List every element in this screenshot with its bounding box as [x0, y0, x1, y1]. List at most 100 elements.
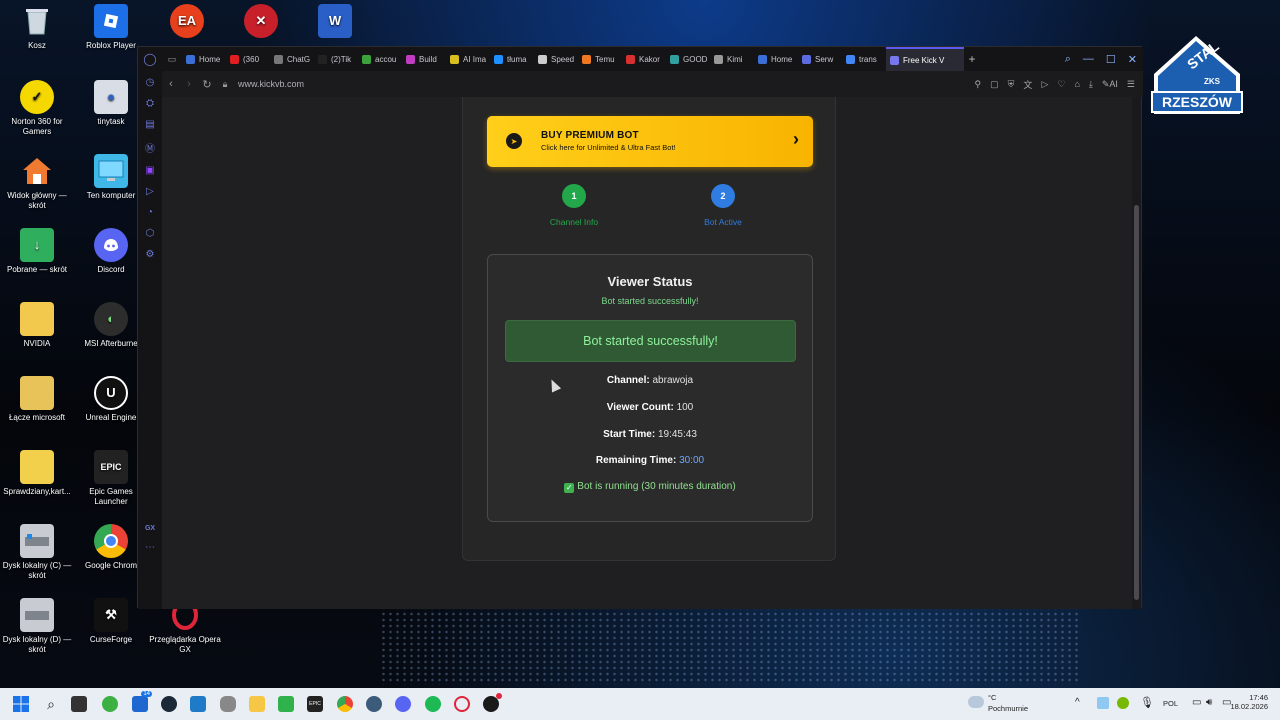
sidebar-more-icon[interactable]: ⋯	[145, 542, 155, 553]
forward-icon[interactable]: ›	[180, 78, 198, 90]
sidebar-player-icon[interactable]: ▷	[146, 186, 154, 197]
discord-taskbar-icon[interactable]	[395, 696, 411, 712]
browser-tab[interactable]: Build	[402, 47, 446, 71]
app-icon[interactable]	[366, 696, 382, 712]
download-icon[interactable]: ⤓	[1089, 79, 1093, 90]
shield-icon[interactable]: ⛨	[1008, 79, 1015, 90]
new-tab-button[interactable]: +	[964, 52, 980, 66]
desktop-icon-norton[interactable]: ✓ Norton 360 for Gamers	[0, 80, 74, 137]
desktop-icon-drive-c[interactable]: Dysk lokalny (C) — skrót	[0, 524, 74, 581]
reload-icon[interactable]: ↻	[198, 78, 216, 91]
desktop-icon-word[interactable]: W	[298, 4, 372, 41]
tab-overview-icon[interactable]: ▭	[162, 54, 182, 65]
mouse-app-icon[interactable]	[220, 696, 236, 712]
opera-taskbar-icon[interactable]	[454, 696, 470, 712]
tab-label: (2)Tik	[331, 54, 352, 64]
norton-icon: ✓	[20, 80, 54, 114]
browser-tab[interactable]: Home	[754, 47, 798, 71]
onedrive-icon[interactable]	[1097, 697, 1109, 709]
sidebar-settings-icon[interactable]: ⚙	[146, 249, 155, 260]
minimize-icon[interactable]: —	[1083, 53, 1094, 65]
nvidia-icon[interactable]	[1117, 697, 1129, 709]
sidebar-gx-cleaner-icon[interactable]: ▤	[145, 119, 154, 130]
opera-gx-taskbar-icon[interactable]	[483, 693, 502, 712]
search-tabs-icon[interactable]: ⌕	[1065, 53, 1071, 66]
tab-favicon-icon	[802, 54, 811, 64]
task-view-icon[interactable]	[71, 696, 87, 712]
ai-button[interactable]: ✎AI	[1102, 79, 1118, 90]
opera-menu-icon[interactable]: ◯	[138, 47, 162, 71]
browser-tab[interactable]: (360	[226, 47, 270, 71]
sidebar-speed-dial-icon[interactable]: ◷	[146, 77, 155, 88]
file-explorer-icon[interactable]	[249, 696, 265, 712]
scrollbar-thumb[interactable]	[1134, 205, 1139, 600]
microphone-icon[interactable]: 🎙︎	[1140, 696, 1154, 709]
desktop-icon-roblox[interactable]: Roblox Player	[74, 4, 148, 51]
browser-tab[interactable]: accou	[358, 47, 402, 71]
viewer-count-value: 100	[676, 402, 694, 413]
snapshot-icon[interactable]: ▢	[990, 79, 999, 90]
desktop-icon-home[interactable]: Widok główny — skrót	[0, 154, 74, 211]
desktop-icon-nvidia[interactable]: NVIDIA	[0, 302, 74, 349]
language-indicator[interactable]: POL	[1163, 699, 1178, 708]
photos-icon[interactable]	[190, 696, 206, 712]
maximize-icon[interactable]: ☐	[1106, 53, 1116, 66]
roblox-icon	[94, 4, 128, 38]
browser-tab[interactable]: GOOD	[666, 47, 710, 71]
translate-icon[interactable]: 文	[1023, 78, 1032, 91]
desktop-icon-microsoft-link[interactable]: Łącze microsoft	[0, 376, 74, 423]
start-button[interactable]	[13, 696, 29, 712]
search-icon[interactable]: ⌕	[43, 696, 59, 712]
spotify-icon[interactable]	[425, 696, 441, 712]
tab-label: Temu	[595, 54, 615, 64]
browser-tab[interactable]: AI Ima	[446, 47, 490, 71]
chrome-taskbar-icon[interactable]	[337, 696, 353, 712]
sidebar-extensions-icon[interactable]: ⬡	[146, 228, 155, 239]
browser-tab[interactable]: (2)Tik	[314, 47, 358, 71]
close-icon[interactable]: ✕	[1128, 53, 1137, 66]
store-icon[interactable]: 14	[132, 691, 152, 712]
display-icon[interactable]: ▭	[1192, 697, 1201, 708]
volume-icon[interactable]: 🔊︎	[1206, 697, 1212, 708]
url-field[interactable]: www.kickvb.com	[238, 79, 304, 89]
clock[interactable]: 17:46 18.02.2026	[1230, 693, 1268, 711]
page-scrollbar[interactable]	[1132, 97, 1141, 609]
epic-games-taskbar-icon[interactable]: EPIC	[307, 696, 323, 712]
chevron-up-icon[interactable]: ^	[1075, 697, 1080, 708]
browser-tab[interactable]: Home	[182, 47, 226, 71]
xbox-icon[interactable]	[102, 696, 118, 712]
sidebar-messenger-icon[interactable]: Ⓜ	[145, 140, 155, 155]
tab-favicon-icon	[274, 54, 283, 64]
heart-icon[interactable]: ♡	[1057, 79, 1065, 90]
sidebar-history-icon[interactable]: ◔	[147, 207, 153, 218]
browser-tab[interactable]: Serw	[798, 47, 842, 71]
wallet-icon[interactable]: ⌂	[1074, 79, 1079, 89]
desktop-icon-sprawdziany[interactable]: Sprawdziany,kart...	[0, 450, 74, 497]
menu-icon[interactable]: ☰	[1127, 79, 1135, 90]
home-icon	[20, 154, 54, 188]
desktop-icon-downloads[interactable]: ↓ Pobrane — skrót	[0, 228, 74, 275]
browser-tab[interactable]: Temu	[578, 47, 622, 71]
tab-active[interactable]: Free Kick V	[886, 47, 964, 71]
minecraft-icon[interactable]	[278, 696, 294, 712]
desktop-icon-wot[interactable]: ✕	[224, 4, 298, 41]
weather-desc: Pochmurnie	[988, 704, 1029, 713]
viewer-count-label: Viewer Count:	[606, 402, 674, 413]
sidebar-twitch-icon[interactable]: ▣	[145, 165, 154, 176]
desktop-icon-recycle-bin[interactable]: Kosz	[0, 4, 74, 51]
back-icon[interactable]: ‹	[162, 78, 180, 90]
browser-tab[interactable]: ChatG	[270, 47, 314, 71]
browser-tab[interactable]: trans	[842, 47, 886, 71]
player-icon[interactable]: ▷	[1041, 79, 1048, 90]
desktop-icon-ea[interactable]: EA	[150, 4, 224, 41]
steam-icon[interactable]	[161, 696, 177, 712]
browser-tab[interactable]: tłuma	[490, 47, 534, 71]
pin-icon[interactable]: ⚲	[975, 79, 982, 90]
sidebar-gx-control-icon[interactable]: ⛭	[146, 98, 154, 109]
browser-tab[interactable]: Kakor	[622, 47, 666, 71]
tab-favicon-icon	[714, 54, 723, 64]
browser-tab[interactable]: Kimi	[710, 47, 754, 71]
browser-tab[interactable]: Speed	[534, 47, 578, 71]
desktop-icon-drive-d[interactable]: Dysk lokalny (D) — skrót	[0, 598, 74, 655]
buy-premium-banner[interactable]: ➤ BUY PREMIUM BOT Click here for Unlimit…	[487, 116, 813, 167]
